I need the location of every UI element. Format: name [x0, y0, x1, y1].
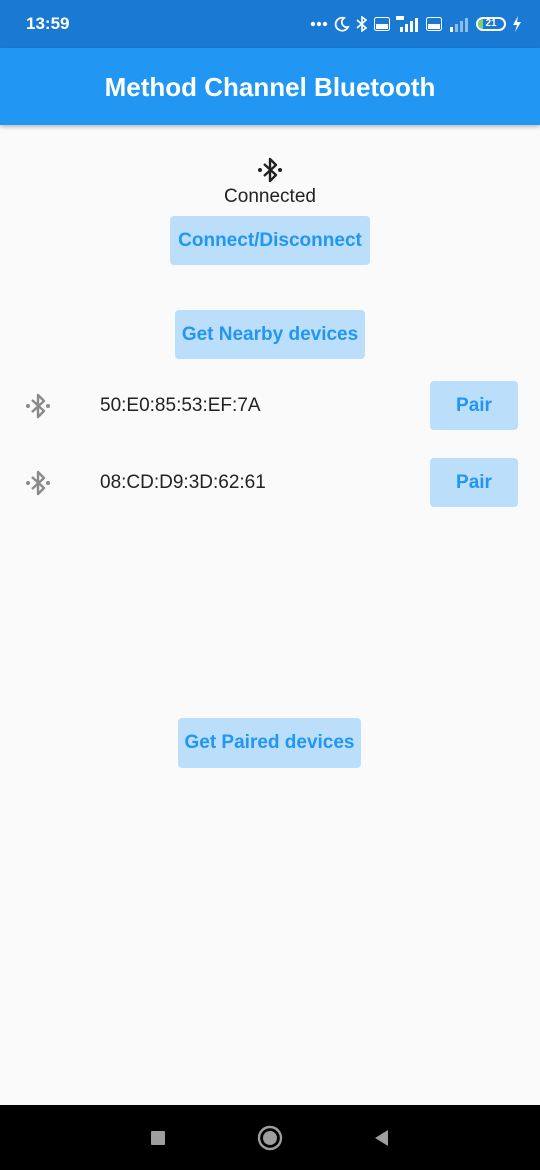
pair-button[interactable]: Pair [430, 381, 518, 430]
back-icon[interactable] [369, 1125, 395, 1151]
moon-icon [334, 16, 350, 32]
list-item: 50:E0:85:53:EF:7A Pair [0, 381, 540, 431]
bluetooth-searching-icon [26, 470, 50, 496]
battery-icon: 21 [476, 17, 506, 31]
more-dots-icon [310, 21, 328, 27]
connect-disconnect-button[interactable]: Connect/Disconnect [170, 216, 370, 265]
home-icon[interactable] [257, 1125, 283, 1151]
bluetooth-connected-icon [258, 157, 282, 183]
signal-4g-icon [396, 16, 418, 32]
charging-icon [513, 16, 521, 32]
app-bar: Method Channel Bluetooth [0, 48, 540, 125]
recent-apps-icon[interactable] [145, 1125, 171, 1151]
status-time: 13:59 [26, 14, 70, 33]
status-bar: 13:59 21 [0, 0, 540, 48]
connection-status: Connected [224, 186, 316, 207]
list-item: 08:CD:D9:3D:62:61 Pair [0, 458, 540, 508]
page-title: Method Channel Bluetooth [104, 72, 436, 102]
volte-icon [374, 17, 390, 31]
status-icons: 21 [310, 12, 522, 36]
device-address: 08:CD:D9:3D:62:61 [100, 472, 266, 493]
device-address: 50:E0:85:53:EF:7A [100, 395, 261, 416]
system-nav-bar [0, 1105, 540, 1170]
volte-icon [426, 17, 442, 31]
get-paired-devices-button[interactable]: Get Paired devices [178, 718, 361, 768]
pair-button[interactable]: Pair [430, 458, 518, 507]
bluetooth-icon [356, 16, 368, 32]
bluetooth-searching-icon [26, 393, 50, 419]
get-nearby-devices-button[interactable]: Get Nearby devices [175, 310, 365, 359]
battery-level: 21 [485, 18, 497, 29]
battery-fill [478, 19, 484, 29]
signal-icon [450, 18, 468, 32]
